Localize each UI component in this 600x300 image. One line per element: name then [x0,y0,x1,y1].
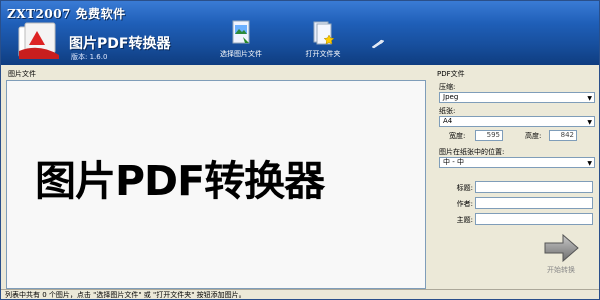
paper-label: 纸张: [439,107,456,115]
subject-input[interactable] [475,213,593,225]
author-input[interactable] [475,197,593,209]
folder-star-icon [313,21,335,45]
status-bar: 列表中共有 0 个图片，点击 "选择图片文件" 或 "打开文件夹" 按钮添加图片… [1,289,599,299]
chevron-down-icon: ▼ [587,119,592,126]
image-file-icon [232,20,250,44]
paper-select[interactable]: A4 ▼ [439,116,595,127]
app-name: ZXT2007 免费软件 [7,7,126,21]
pdf-settings-heading: PDF文件 [437,70,465,78]
start-convert-button[interactable]: 开始转换 [531,232,591,278]
paper-value: A4 [443,117,453,125]
watermark-title: 图片PDF转换器 [35,157,325,205]
image-files-heading: 图片文件 [8,70,36,78]
pdf-settings-panel: PDF文件 压缩: Jpeg ▼ 纸张: A4 ▼ 宽度: 595 高度: 84… [431,69,597,289]
position-select[interactable]: 中 - 中 ▼ [439,157,595,168]
position-label: 图片在纸张中的位置: [439,148,505,156]
compression-label: 压缩: [439,83,456,91]
chevron-down-icon: ▼ [587,160,592,167]
arrow-right-icon [544,233,579,263]
image-files-panel: 图片文件 图片PDF转换器 [6,69,426,289]
select-images-label: 选择图片文件 [220,50,262,58]
pdf-document-icon [18,22,59,59]
subject-label: 主题: [456,216,473,224]
app-window: ZXT2007 免费软件 图片PDF转换器 版本: 1.6.0 选择图片文件 打… [0,0,600,300]
height-input[interactable]: 842 [549,130,577,141]
image-file-list[interactable]: 图片PDF转换器 [6,80,426,289]
title-label: 标题: [456,184,473,192]
author-label: 作者: [456,200,473,208]
compression-select[interactable]: Jpeg ▼ [439,92,595,103]
wrench-icon[interactable] [371,39,385,49]
start-convert-label: 开始转换 [547,266,575,274]
width-label: 宽度: [449,132,466,140]
height-label: 高度: [525,132,542,140]
open-folder-label: 打开文件夹 [305,50,341,58]
position-value: 中 - 中 [443,158,464,166]
select-images-button[interactable]: 选择图片文件 [209,19,273,63]
header-banner: ZXT2007 免费软件 图片PDF转换器 版本: 1.6.0 选择图片文件 打… [1,1,599,65]
width-input[interactable]: 595 [475,130,503,141]
product-title: 图片PDF转换器 [69,36,171,52]
open-folder-button[interactable]: 打开文件夹 [291,19,355,63]
compression-value: Jpeg [443,93,459,101]
title-input[interactable] [475,181,593,193]
version-label: 版本: 1.6.0 [71,53,108,61]
chevron-down-icon: ▼ [587,95,592,102]
